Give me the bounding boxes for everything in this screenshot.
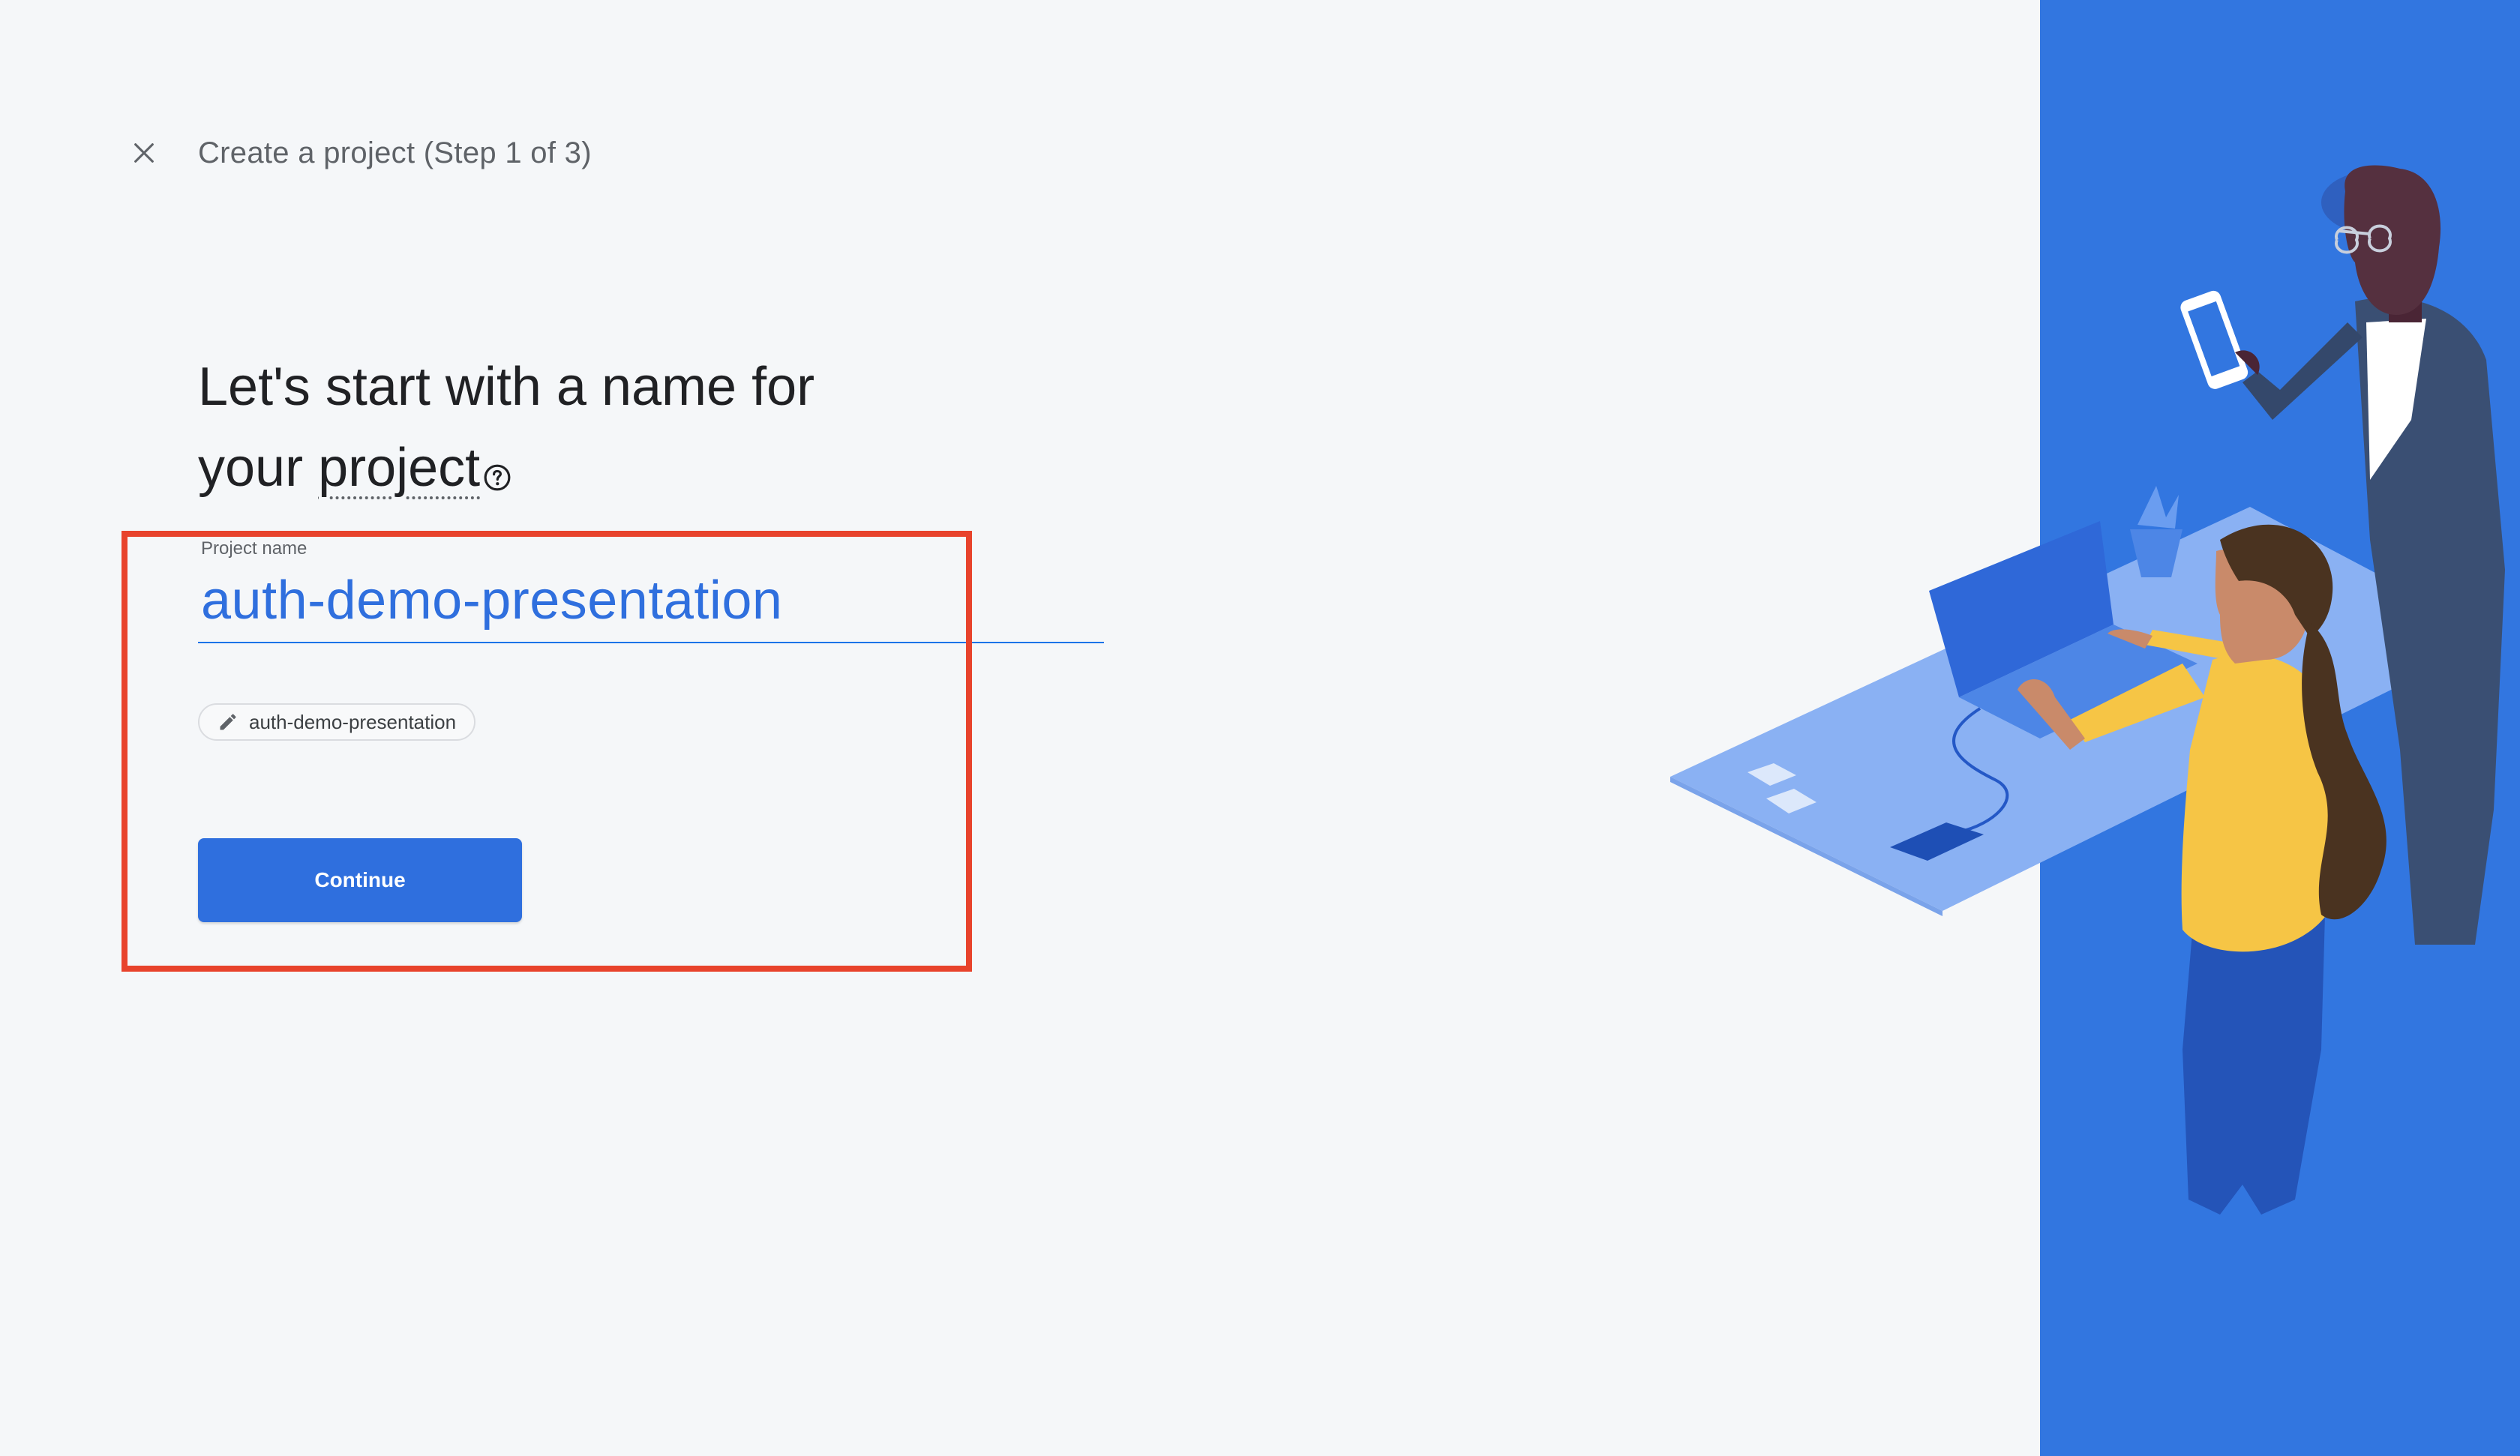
pencil-icon xyxy=(220,714,236,730)
project-term[interactable]: project xyxy=(318,438,480,498)
project-id-chip[interactable]: auth-demo-presentation xyxy=(198,703,476,741)
header: Create a project (Step 1 of 3) xyxy=(120,129,592,177)
illustration xyxy=(1670,0,2520,1456)
project-id-text: auth-demo-presentation xyxy=(249,710,457,733)
project-name-field: Project name xyxy=(198,538,1104,643)
continue-button[interactable]: Continue xyxy=(198,838,522,922)
close-icon xyxy=(134,143,154,163)
project-name-label: Project name xyxy=(201,538,308,559)
heading-line-2-prefix: your xyxy=(198,438,319,498)
close-button[interactable] xyxy=(120,129,168,177)
project-name-input[interactable] xyxy=(198,570,1104,643)
heading-line-2: your project xyxy=(198,427,814,514)
heading-line-1: Let's start with a name for xyxy=(198,357,815,417)
page-heading: Let's start with a name for your project xyxy=(198,346,814,514)
help-circle-icon[interactable] xyxy=(483,433,512,514)
page-step-title: Create a project (Step 1 of 3) xyxy=(198,136,592,169)
